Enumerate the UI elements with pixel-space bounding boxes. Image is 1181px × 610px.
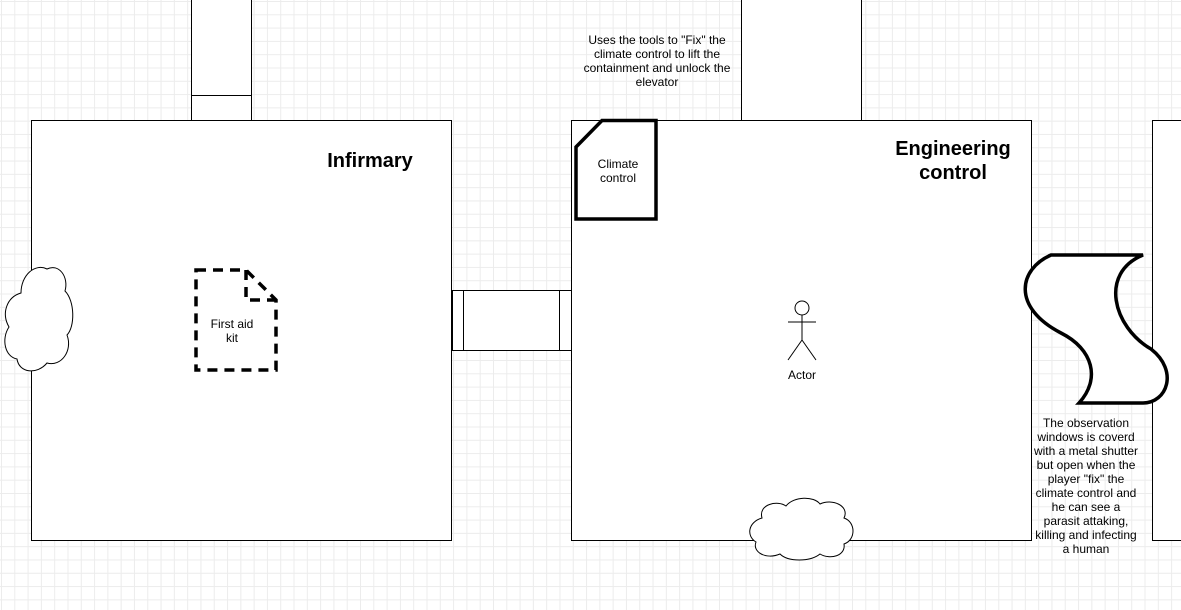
corridor-connector-divider-left bbox=[463, 291, 464, 350]
corridor-top-left-divider bbox=[192, 95, 251, 96]
actor-icon[interactable] bbox=[785, 300, 819, 362]
first-aid-kit-label: First aid kit bbox=[210, 317, 254, 345]
diagram-canvas: Infirmary Engineering control First aid … bbox=[0, 0, 1181, 610]
actor-label: Actor bbox=[787, 368, 816, 382]
corridor-connector-divider-right bbox=[559, 291, 560, 350]
climate-fix-note: Uses the tools to "Fix" the climate cont… bbox=[583, 33, 731, 89]
observation-shutter-shape[interactable] bbox=[1021, 253, 1173, 407]
observation-window-note: The observation windows is coverd with a… bbox=[1033, 416, 1139, 556]
room-title-engineering-control: Engineering control bbox=[895, 138, 1011, 184]
climate-control-label: Climate control bbox=[597, 157, 639, 185]
corridor-top-right[interactable] bbox=[741, 0, 862, 122]
room-title-infirmary: Infirmary bbox=[327, 150, 413, 172]
cloud-shape-bottom[interactable] bbox=[748, 496, 856, 561]
corridor-connector[interactable] bbox=[452, 290, 572, 351]
cloud-shape-left[interactable] bbox=[3, 263, 75, 375]
corridor-top-left[interactable] bbox=[191, 0, 252, 122]
